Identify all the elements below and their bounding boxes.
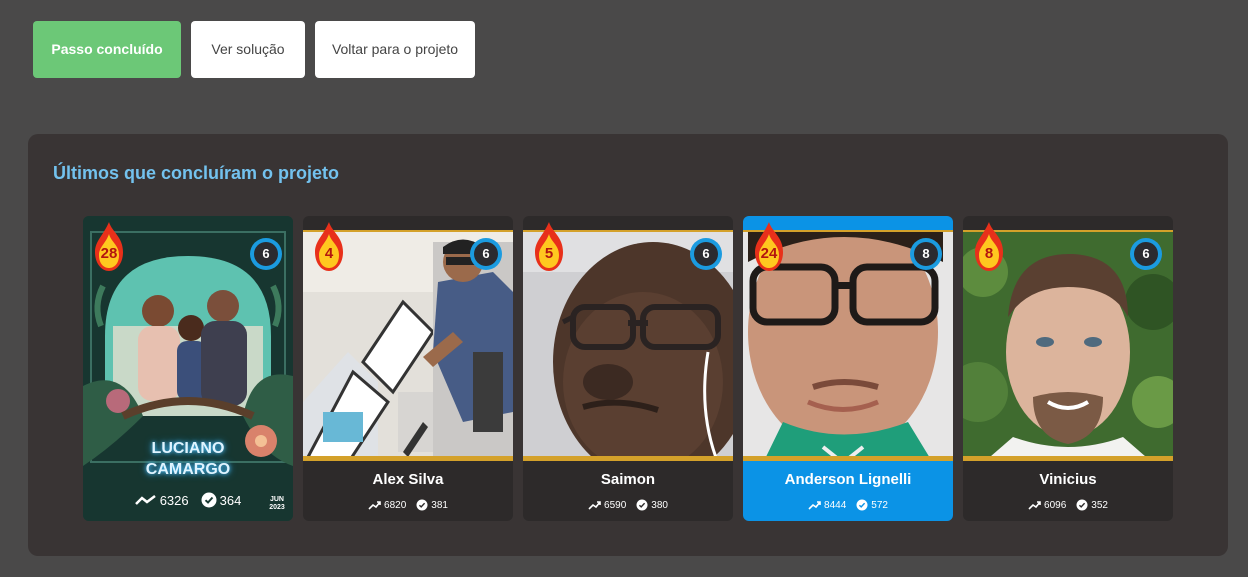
completed-value: 380 (651, 499, 668, 511)
user-card-luciano[interactable]: 28 6 LUCIANO CAMARGO 6326 364 JUN 2023 (83, 216, 293, 521)
check-circle-icon (856, 499, 868, 511)
user-stats: 6096 352 (963, 499, 1173, 511)
points-stat: 6096 (1028, 500, 1066, 511)
completed-value: 572 (871, 499, 888, 511)
trend-up-icon (134, 495, 156, 505)
streak-count: 24 (760, 245, 778, 262)
user-stats: 6326 364 (83, 492, 293, 508)
streak-flame-icon: 5 (529, 220, 569, 272)
completed-stat: 380 (636, 499, 668, 511)
level-number: 6 (702, 246, 710, 261)
user-name: Alex Silva (372, 471, 444, 488)
trend-up-icon (1028, 500, 1041, 510)
level-badge-icon: 6 (689, 237, 723, 271)
user-card-anderson[interactable]: 24 8 Anderson Lignelli 8444 572 (743, 216, 953, 521)
user-name: Vinicius (1039, 471, 1097, 488)
points-value: 8444 (824, 499, 847, 511)
points-stat: 6820 (368, 500, 406, 511)
check-circle-icon (1076, 499, 1088, 511)
streak-flame-icon: 8 (969, 220, 1009, 272)
user-card-alex[interactable]: 4 6 Alex Silva 6820 381 (303, 216, 513, 521)
trend-up-icon (588, 500, 601, 510)
user-card-vinicius[interactable]: 8 6 Vinicius 6096 352 (963, 216, 1173, 521)
check-circle-icon (416, 499, 428, 511)
completed-value: 352 (1091, 499, 1108, 511)
level-badge-icon: 8 (909, 237, 943, 271)
level-number: 6 (482, 246, 490, 261)
points-stat: 6326 (134, 492, 189, 508)
step-done-button[interactable]: Passo concluído (33, 21, 181, 78)
panel-title: Últimos que concluíram o projeto (53, 163, 340, 183)
points-value: 6096 (1044, 499, 1067, 511)
user-card-saimon[interactable]: 5 6 Saimon 6590 380 (523, 216, 733, 521)
user-name: Saimon (600, 471, 656, 488)
level-number: 6 (262, 246, 270, 261)
completed-stat: 364 (201, 492, 242, 508)
streak-count: 5 (544, 245, 554, 262)
streak-count: 8 (984, 245, 994, 262)
points-stat: 6590 (588, 500, 626, 511)
completed-value: 381 (431, 499, 448, 511)
points-value: 6590 (604, 499, 627, 511)
streak-count: 28 (100, 245, 118, 262)
level-badge-icon: 6 (469, 237, 503, 271)
points-value: 6820 (384, 499, 407, 511)
user-name: LUCIANO CAMARGO (145, 440, 231, 478)
view-solution-button[interactable]: Ver solução (191, 21, 305, 78)
completed-stat: 381 (416, 499, 448, 511)
check-circle-icon (201, 492, 217, 508)
streak-count: 4 (324, 245, 334, 262)
level-number: 8 (922, 246, 930, 261)
user-stats: 6590 380 (523, 499, 733, 511)
streak-flame-icon: 4 (309, 220, 349, 272)
points-value: 6326 (159, 492, 189, 508)
level-number: 6 (1142, 246, 1150, 261)
badge-date: JUN 2023 (269, 496, 285, 511)
user-stats: 8444 572 (743, 499, 953, 511)
completed-stat: 572 (856, 499, 888, 511)
streak-flame-icon: 24 (749, 220, 789, 272)
user-name: Anderson Lignelli (784, 471, 912, 488)
level-badge-icon: 6 (249, 237, 283, 271)
streak-flame-icon: 28 (89, 220, 129, 272)
completed-value: 364 (219, 492, 242, 508)
back-to-project-button[interactable]: Voltar para o projeto (315, 21, 475, 78)
recent-completions-panel: Últimos que concluíram o projeto 28 6 LU… (28, 134, 1228, 556)
trend-up-icon (808, 500, 821, 510)
points-stat: 8444 (808, 500, 846, 511)
level-badge-icon: 6 (1129, 237, 1163, 271)
completed-stat: 352 (1076, 499, 1108, 511)
trend-up-icon (368, 500, 381, 510)
check-circle-icon (636, 499, 648, 511)
user-stats: 6820 381 (303, 499, 513, 511)
